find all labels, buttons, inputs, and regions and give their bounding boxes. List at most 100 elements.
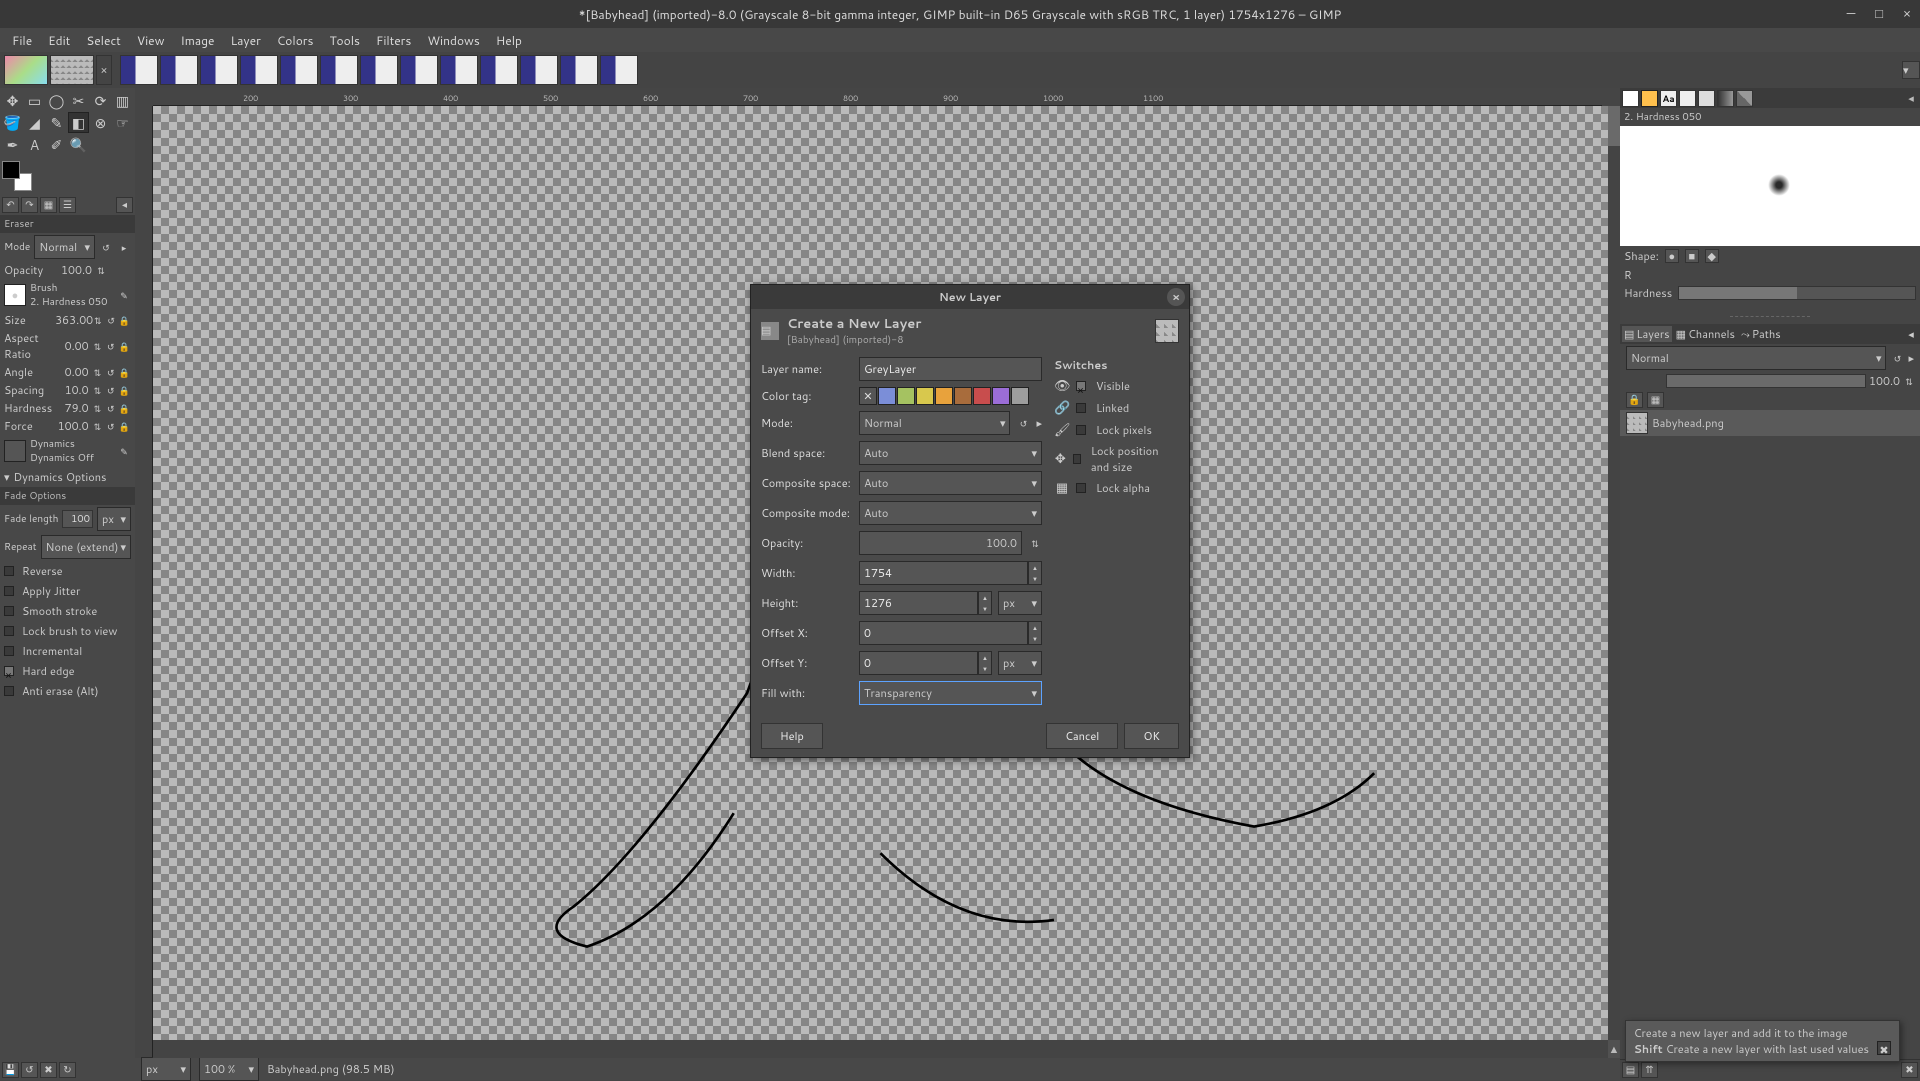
spinner-icon[interactable]: ⇅ [91,365,104,379]
history-thumb[interactable] [400,55,438,85]
layer-opacity-value[interactable]: 100.0 [1866,373,1902,389]
lock-pixels-checkbox[interactable] [1076,425,1086,435]
lock-icon[interactable]: 🔒 [118,365,131,379]
document-tab-2[interactable] [50,55,94,85]
clone-tool-icon[interactable]: ⊗ [90,112,111,133]
chevron-right-icon[interactable]: ▸ [117,240,131,254]
restore-icon[interactable]: ↺ [21,1062,38,1078]
color-tag-green[interactable] [897,387,915,405]
menu-colors[interactable]: Colors [269,28,322,53]
pencil-tool-icon[interactable]: ✎ [46,112,67,133]
maximize-button[interactable]: □ [1870,5,1888,23]
history-tab-icon[interactable] [1679,90,1696,107]
lock-brush-checkbox[interactable] [4,626,14,636]
dynamics-options-expander[interactable]: Dynamics Options [14,469,107,485]
spinner-icon[interactable]: ⇅ [1028,536,1042,550]
history-thumb[interactable] [280,55,318,85]
layer-thumb[interactable] [1626,412,1648,434]
close-window-button[interactable]: × [1898,5,1916,23]
lock-icon[interactable]: 🔒 [118,313,131,327]
layers-tab[interactable]: ▤Layers [1622,326,1672,342]
document-tab-1[interactable] [4,55,48,85]
aspect-value[interactable]: 0.00 [56,338,91,354]
offset-x-spinner[interactable]: ▲▼ [1028,621,1042,645]
brush-edit-icon[interactable]: ✎ [117,288,131,302]
layer-name[interactable]: Babyhead.png [1652,415,1724,431]
brush-hardness-slider[interactable] [1678,286,1916,300]
reset-icon[interactable]: ↺ [104,401,117,415]
history-thumb[interactable] [480,55,518,85]
smooth-stroke-checkbox[interactable] [4,606,14,616]
color-tag-none[interactable]: ✕ [859,387,877,405]
text-tool-icon[interactable]: A [24,134,45,155]
menu-tools[interactable]: Tools [321,28,368,53]
color-tag-blue[interactable] [878,387,896,405]
horizontal-scrollbar[interactable] [153,1040,1608,1058]
width-input[interactable] [859,561,1028,585]
reset-icon[interactable]: ↺ [104,339,117,353]
image-icon[interactable]: ▦ [40,197,57,213]
bucket-fill-tool-icon[interactable]: 🪣 [2,112,23,133]
shape-diamond-icon[interactable]: ◆ [1705,249,1719,263]
linked-checkbox[interactable] [1076,403,1086,413]
layer-name-input[interactable] [859,357,1042,381]
opacity-value[interactable]: 100.0 [58,262,94,278]
hard-edge-checkbox[interactable] [4,666,14,676]
height-input[interactable] [859,591,978,615]
layer-opacity-slider[interactable] [1666,374,1866,388]
help-button[interactable]: Help [761,723,823,749]
offset-unit-select[interactable]: px▾ [998,651,1042,675]
history-thumb[interactable] [240,55,278,85]
cancel-button[interactable]: Cancel [1046,723,1118,749]
history-thumb[interactable] [600,55,638,85]
reset-icon[interactable]: ↺ [104,383,117,397]
vertical-ruler[interactable] [135,106,153,1058]
rect-select-tool-icon[interactable]: ▭ [24,90,45,111]
horizontal-ruler[interactable]: 200 300 400 500 600 700 800 900 1000 110… [153,88,1602,106]
jitter-checkbox[interactable] [4,586,14,596]
color-tag-gray[interactable] [1011,387,1029,405]
dynamics-value[interactable]: Dynamics Off [30,451,113,465]
reset-icon[interactable]: ↺ [104,313,117,327]
gradient-tab-icon[interactable] [1717,90,1734,107]
fade-unit-select[interactable]: px▾ [97,507,131,531]
size-unit-select[interactable]: px▾ [998,591,1042,615]
spinner-icon[interactable]: ⇅ [91,401,104,415]
transform-tool-icon[interactable]: ⟳ [90,90,111,111]
fonts-tab-icon[interactable]: Aa [1660,90,1677,107]
color-picker-tool-icon[interactable]: ✐ [46,134,67,155]
brush-preview[interactable] [1620,126,1920,246]
lock-icon[interactable]: 🔒 [118,339,131,353]
config-icon[interactable]: ◂ [116,197,133,213]
lock-icon[interactable]: 🔒 [118,401,131,415]
paths-tab[interactable]: ⤳Paths [1739,326,1783,342]
spinner-icon[interactable]: ⇅ [94,263,108,277]
history-thumb[interactable] [520,55,558,85]
brush-thumb-icon[interactable]: ● [4,284,26,306]
history-thumb[interactable] [160,55,198,85]
delete-layer-icon[interactable]: ✖ [1901,1062,1918,1078]
spinner-icon[interactable]: ⇅ [1902,374,1916,388]
spacing-value[interactable]: 10.0 [56,382,91,398]
fade-length-input[interactable] [62,510,93,528]
eraser-tool-icon[interactable]: ◧ [68,112,89,133]
tabbar-menu-icon[interactable]: ▾ [1902,61,1920,79]
color-tag-yellow[interactable] [916,387,934,405]
lock-icon[interactable]: 🔒 [118,383,131,397]
ok-button[interactable]: OK [1124,723,1179,749]
tooltip-close-icon[interactable]: ✖ [1877,1041,1891,1055]
layers-icon[interactable]: ☰ [59,197,76,213]
redo-icon[interactable]: ↷ [21,197,38,213]
brushes-tab-icon[interactable] [1622,90,1639,107]
mode-reset-icon[interactable]: ↺ [1016,416,1030,430]
menu-edit[interactable]: Edit [40,28,78,53]
warp-tool-icon[interactable]: ▥ [112,90,133,111]
lock-position-checkbox[interactable] [1073,454,1081,464]
history-thumb[interactable] [440,55,478,85]
save-preset-icon[interactable]: 💾 [2,1062,19,1078]
smudge-tool-icon[interactable]: ☞ [112,112,133,133]
dynamics-edit-icon[interactable]: ✎ [117,444,131,458]
spinner-icon[interactable]: ⇅ [91,419,104,433]
shape-circle-icon[interactable]: ● [1665,249,1679,263]
offset-x-input[interactable] [859,621,1028,645]
